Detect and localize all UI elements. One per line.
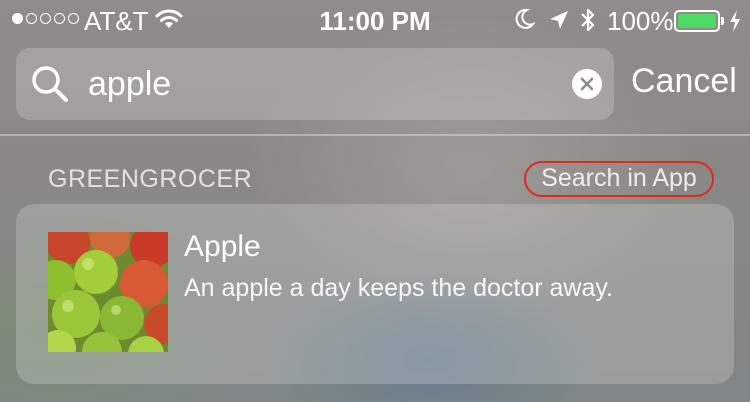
search-input[interactable]: [88, 48, 568, 120]
result-description: An apple a day keeps the doctor away.: [184, 274, 613, 302]
battery-percent: 100%: [607, 6, 674, 36]
bluetooth-icon: [580, 6, 596, 39]
battery-fill: [678, 14, 716, 28]
result-title: Apple: [184, 230, 261, 263]
cancel-button[interactable]: Cancel: [631, 62, 737, 101]
clear-button[interactable]: [572, 69, 602, 99]
apple-thumbnail-image: [48, 232, 168, 352]
divider: [0, 134, 750, 136]
battery-icon: [674, 10, 720, 32]
moon-icon: [515, 8, 536, 35]
status-bar: AT&T 11:00 PM 100%: [0, 0, 750, 40]
search-result-card[interactable]: Apple An apple a day keeps the doctor aw…: [16, 204, 734, 384]
clear-icon: [580, 77, 594, 91]
search-field[interactable]: [16, 48, 614, 120]
battery-cap: [721, 17, 724, 25]
charging-bolt-icon: [728, 9, 742, 38]
location-arrow-icon: [548, 9, 570, 36]
search-in-app-button[interactable]: Search in App: [524, 161, 714, 197]
search-icon: [30, 64, 70, 109]
section-title: GREENGROCER: [48, 165, 253, 193]
